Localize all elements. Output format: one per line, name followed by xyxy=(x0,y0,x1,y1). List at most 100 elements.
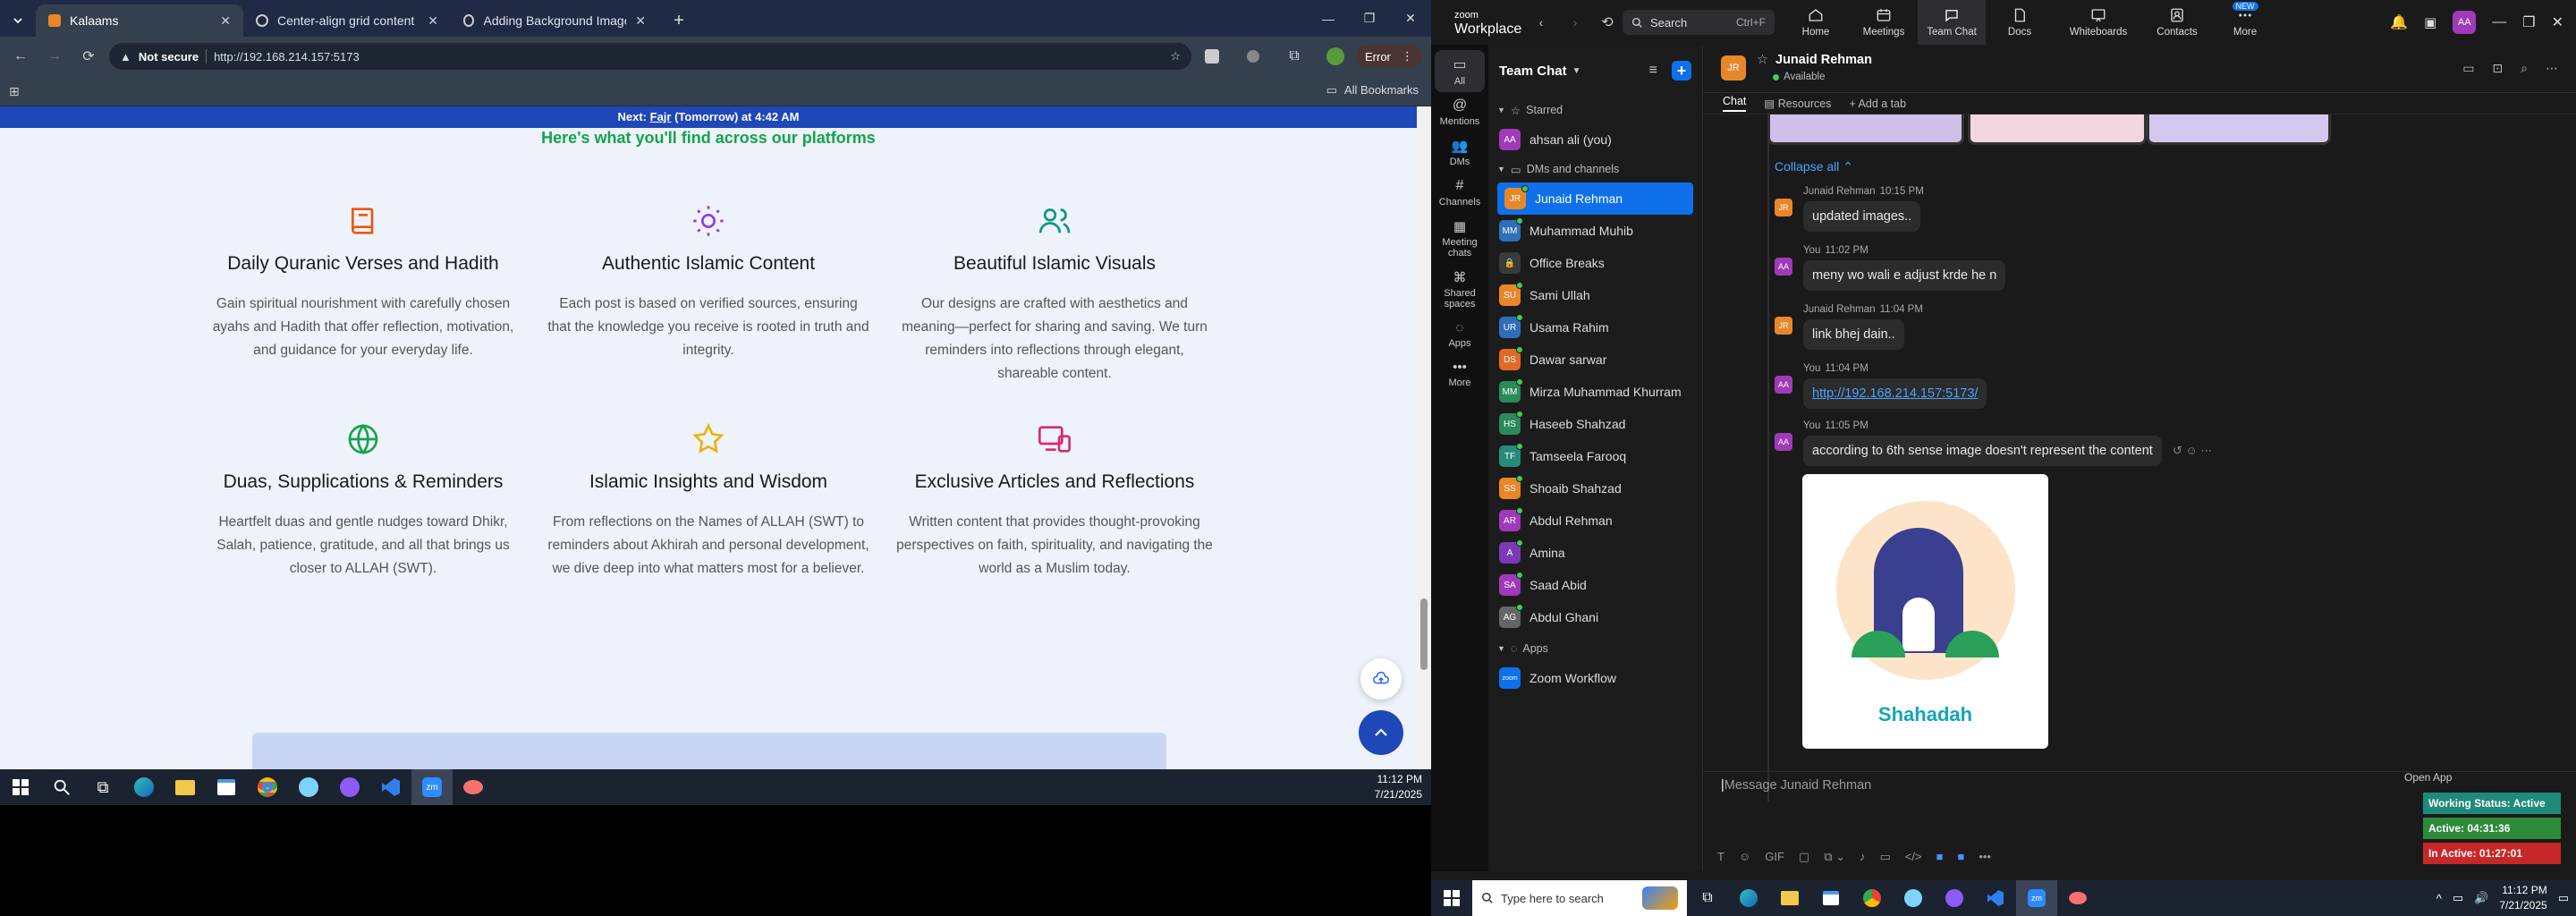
text-format-icon[interactable]: T xyxy=(1717,850,1724,864)
task-view-button[interactable]: ⧉ xyxy=(1687,880,1728,916)
app-taskbar-icon[interactable] xyxy=(453,769,494,805)
gif-icon[interactable]: GIF xyxy=(1765,850,1784,864)
rail-dms[interactable]: 👥 DMs xyxy=(1431,132,1488,173)
app-icon[interactable]: ■ xyxy=(1936,850,1944,864)
edge-taskbar-icon[interactable] xyxy=(123,769,165,805)
apps-grid-icon[interactable]: ⊞ xyxy=(9,84,20,99)
more-icon[interactable]: ••• xyxy=(1979,850,1991,864)
store-taskbar-icon[interactable] xyxy=(1810,880,1852,916)
new-tab-button[interactable]: + xyxy=(658,4,699,37)
more-options-icon[interactable]: ⋯ xyxy=(2546,61,2558,76)
chat-item-self[interactable]: AA ahsan ali (you) xyxy=(1488,123,1702,156)
forward-button[interactable]: → xyxy=(41,38,68,74)
store-taskbar-icon[interactable] xyxy=(206,769,247,805)
shared-image[interactable]: Shahadah xyxy=(1802,474,2048,749)
puzzle-icon[interactable]: ⧉ xyxy=(1274,38,1315,74)
message-actions[interactable]: ↺ ☺ ⋯ xyxy=(2173,444,2212,457)
rail-apps[interactable]: ◌ Apps xyxy=(1431,315,1488,354)
page-scrollbar[interactable] xyxy=(1417,106,1431,769)
nav-team-chat[interactable]: Team Chat xyxy=(1918,0,1986,45)
chat-message[interactable]: AA You 11:04 PM http://192.168.214.157:5173… xyxy=(1775,363,1987,409)
chat-message[interactable]: AA You 11:05 PM according to 6th sense imag… xyxy=(1775,420,2212,466)
close-window-button[interactable]: ✕ xyxy=(1390,1,1431,37)
edge-taskbar-icon[interactable] xyxy=(1728,880,1769,916)
nav-home[interactable]: Home xyxy=(1782,0,1850,45)
chevron-up-icon[interactable]: ^ xyxy=(2436,892,2442,905)
forward-arrow-icon[interactable]: › xyxy=(1558,15,1592,30)
maximize-button[interactable]: ❐ xyxy=(2522,13,2535,31)
chat-item-contact[interactable]: AR Abdul Rehman xyxy=(1488,505,1702,537)
message-bubble[interactable]: http://192.168.214.157:5173/ xyxy=(1803,378,1987,409)
scroll-top-button[interactable] xyxy=(1359,710,1403,755)
app-icon[interactable]: ■ xyxy=(1957,850,1964,864)
rail-more[interactable]: ••• More xyxy=(1431,354,1488,394)
tab-center-align[interactable]: Center-align grid content ✕ xyxy=(243,4,451,37)
thumbnail-image[interactable] xyxy=(1968,114,2147,145)
bookmark-star-icon[interactable]: ☆ xyxy=(1170,49,1181,64)
search-taskbar-button[interactable] xyxy=(41,769,82,805)
github-taskbar-icon[interactable] xyxy=(1934,880,1975,916)
tab-kalaams[interactable]: Kalaams ✕ xyxy=(36,4,243,37)
chat-item-contact[interactable]: MM Muhammad Muhib xyxy=(1488,215,1702,247)
chat-message[interactable]: JR Junaid Rehman 11:04 PM link bhej dain.. xyxy=(1775,304,1923,350)
back-button[interactable]: ← xyxy=(0,38,41,74)
cloud-button[interactable] xyxy=(1360,658,1402,700)
bell-icon[interactable]: 🔔 xyxy=(2390,13,2408,31)
rail-mentions[interactable]: @ Mentions xyxy=(1431,92,1488,132)
all-bookmarks-button[interactable]: ▭ All Bookmarks xyxy=(1326,83,1419,98)
app-taskbar-icon[interactable] xyxy=(288,769,329,805)
star-icon[interactable]: ☆ xyxy=(1757,53,1768,67)
message-composer-input[interactable]: |Message Junaid Rehman xyxy=(1721,778,2419,800)
chat-message[interactable]: AA You 11:02 PM meny wo wali e adjust krde … xyxy=(1775,245,2006,291)
profile-avatar[interactable] xyxy=(1315,38,1356,74)
chat-item-zoom-workflow[interactable]: zoom Zoom Workflow xyxy=(1488,662,1702,694)
url-text[interactable]: http://192.168.214.157:5173 xyxy=(214,50,360,64)
video-clip-icon[interactable]: ▭ xyxy=(1880,850,1891,864)
clock[interactable]: 11:12 PM 7/21/2025 xyxy=(2499,883,2546,913)
close-tab-icon[interactable]: ✕ xyxy=(635,13,646,29)
tab-add[interactable]: + Add a tab xyxy=(1849,98,1906,110)
file-explorer-taskbar-icon[interactable] xyxy=(165,769,206,805)
team-chat-title[interactable]: Team Chat xyxy=(1499,64,1567,79)
section-dms-channels[interactable]: ▼ ▭ DMs and channels xyxy=(1488,156,1702,182)
chevron-down-icon[interactable]: ▼ xyxy=(1572,66,1581,76)
video-call-icon[interactable]: ▭ xyxy=(2462,61,2474,76)
zoom-search-box[interactable]: Search Ctrl+F xyxy=(1623,10,1775,35)
chat-item-contact[interactable]: SA Saad Abid xyxy=(1488,569,1702,601)
apps-panel-icon[interactable]: ▣ xyxy=(2424,14,2436,30)
file-icon[interactable]: ▢ xyxy=(1799,850,1809,864)
tab-search-button[interactable] xyxy=(0,4,36,37)
rail-shared-spaces[interactable]: ⌘ Shared spaces xyxy=(1431,264,1488,315)
new-chat-button[interactable]: + xyxy=(1672,61,1691,81)
screenshot-icon[interactable]: ⧉ ⌄ xyxy=(1824,850,1845,864)
chat-item-contact[interactable]: SS Shoaib Shahzad xyxy=(1488,472,1702,505)
filter-icon[interactable]: ≡ xyxy=(1649,63,1657,79)
chat-header-title[interactable]: ☆ Junaid Rehman xyxy=(1757,53,1872,67)
zoom-taskbar-icon[interactable]: zm xyxy=(411,769,453,805)
vscode-taskbar-icon[interactable] xyxy=(1975,880,2016,916)
microphone-icon[interactable]: ♪ xyxy=(1860,850,1866,864)
nav-docs[interactable]: Docs xyxy=(1986,0,2054,45)
chat-item-contact[interactable]: DS Dawar sarwar xyxy=(1488,344,1702,376)
section-apps[interactable]: ▼ ◌ Apps xyxy=(1488,635,1702,662)
security-label[interactable]: Not secure xyxy=(139,50,199,64)
tab-resources[interactable]: ▤ Resources xyxy=(1764,97,1831,110)
rail-meeting-chats[interactable]: ▦ Meeting chats xyxy=(1431,213,1488,264)
nav-whiteboards[interactable]: Whiteboards xyxy=(2054,0,2143,45)
emoji-icon[interactable]: ☺ xyxy=(1739,850,1750,864)
section-starred[interactable]: ▼ ☆ Starred xyxy=(1488,97,1702,123)
collapse-all-link[interactable]: Collapse all ⌃ xyxy=(1775,159,1853,174)
chat-item-contact[interactable]: HS Haseeb Shahzad xyxy=(1488,408,1702,440)
nav-more[interactable]: NEW More xyxy=(2211,0,2279,45)
task-view-button[interactable]: ⧉ xyxy=(82,769,123,805)
back-arrow-icon[interactable]: ‹ xyxy=(1524,15,1558,30)
close-window-button[interactable]: ✕ xyxy=(2552,13,2563,31)
search-icon[interactable]: ⌕ xyxy=(2521,61,2528,76)
taskbar-search-box[interactable]: Type here to search xyxy=(1472,880,1687,916)
tab-bg-image[interactable]: Adding Background Image to I ✕ xyxy=(451,4,658,37)
chat-item-contact[interactable]: SU Sami Ullah xyxy=(1488,279,1702,311)
user-avatar[interactable]: AA xyxy=(2453,11,2477,34)
chat-item-contact[interactable]: 🔒 Office Breaks xyxy=(1488,247,1702,279)
github-taskbar-icon[interactable] xyxy=(329,769,370,805)
chrome-taskbar-icon[interactable] xyxy=(247,769,288,805)
